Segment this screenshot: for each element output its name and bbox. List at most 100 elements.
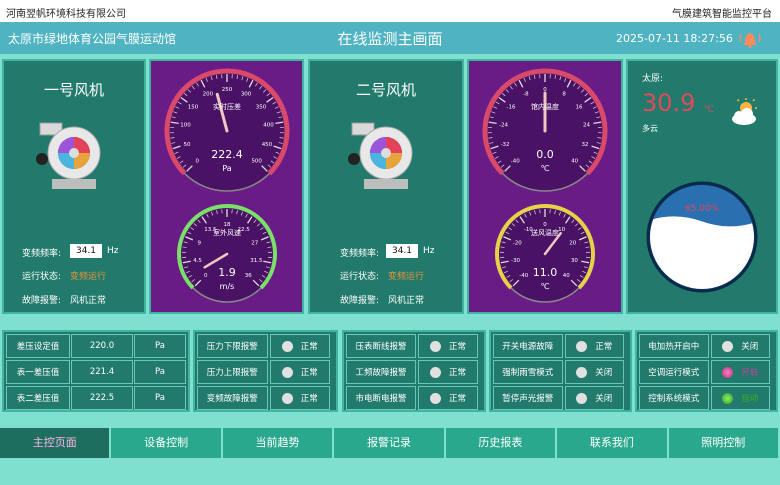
gauge-tick-label: 40 <box>563 273 570 279</box>
gauge-tick-label: 4.5 <box>193 258 202 264</box>
wind-gauge-value: 1.9 <box>218 266 236 279</box>
pressure-label: 差压设定值 <box>6 334 70 358</box>
status-text: 自动 <box>741 394 759 404</box>
gauge-tick-label: 300 <box>241 92 252 98</box>
status-indicator-icon <box>281 366 293 378</box>
alarm-table-2: 压表断线报警 正常 工频故障报警 正常 市电断电报警 正常 <box>342 330 486 412</box>
status-text: 开启 <box>741 368 759 378</box>
gauge-tick-label: 350 <box>256 104 267 110</box>
gauge-tick-label: 250 <box>222 87 233 93</box>
status-cell: 正常 <box>269 360 330 384</box>
humidity-ball: 65.00% <box>646 181 758 293</box>
supply-temp-gauge: -40-30-20-10010203040 送风温度 11.0 ℃ <box>495 204 595 303</box>
alarm-label: 开关电源故障 <box>493 334 563 358</box>
pressure-gauge-value: 222.4 <box>211 148 243 161</box>
nav-bar: 主控页面 设备控制 当前趋势 报警记录 历史报表 联系我们 照明控制 <box>0 428 780 458</box>
status-text: 关闭 <box>741 342 759 352</box>
gauge-tick-label: -30 <box>511 258 520 264</box>
status-indicator-icon <box>576 366 588 378</box>
status-cell: 正常 <box>418 334 478 358</box>
gauge-tick-label: 100 <box>180 122 191 128</box>
fan2-name: 二号风机 <box>355 81 416 99</box>
nav-tab-3[interactable]: 报警记录 <box>334 428 446 458</box>
status-cell: 关闭 <box>564 360 624 384</box>
fan1-freq-label: 变频频率: <box>22 249 62 259</box>
weather-temp: 30.9 <box>642 89 696 117</box>
pressure-gauge-unit: Pa <box>222 164 231 173</box>
nav-tab-6[interactable]: 照明控制 <box>668 428 780 458</box>
fan1-fault-value: 风机正常 <box>70 296 107 306</box>
gauge-tick-label: 20 <box>569 241 576 247</box>
fan2-freq-input[interactable]: 34.1 <box>386 244 418 258</box>
gauge-tick <box>488 137 493 139</box>
alarm-bell-icon[interactable] <box>736 26 764 50</box>
alarm-table-3: 开关电源故障 正常 强制雨雪模式 关闭 暂停声光报警 关闭 <box>489 330 632 412</box>
nav-tab-4[interactable]: 历史报表 <box>445 428 558 458</box>
pressure-value: 222.5 <box>71 386 133 410</box>
status-cell: 正常 <box>418 386 478 410</box>
fan2-panel: 二号风机 变频频率: 34.1 Hz 运行状态: 变频运行 故障报警: 风机正常 <box>308 59 464 314</box>
wind-gauge: 04.5913.51822.52731.536 室外风速 1.9 m/s <box>177 204 277 303</box>
supply-temp-gauge-label: 送风温度 <box>531 228 559 237</box>
pressure-label: 表一差压值 <box>6 360 70 384</box>
gauge-tick-label: 32 <box>581 142 588 148</box>
gauge-tick-label: 16 <box>575 104 582 110</box>
gauge-tick-label: 450 <box>262 142 273 148</box>
fan2-fault-label: 故障报警: <box>340 296 380 306</box>
status-indicator-icon <box>429 340 441 352</box>
gauge-tick <box>170 137 175 139</box>
indoor-temp-gauge: -40-32-24-16-80816243240 馆内温度 0.0 ℃ <box>482 68 608 192</box>
pressure-gauge-label: 实时压差 <box>213 102 241 111</box>
fan1-freq-unit: Hz <box>107 246 119 256</box>
platform-name: 气膜建筑智能监控平台 <box>672 9 772 20</box>
pressure-value: 221.4 <box>71 360 133 384</box>
status-indicator-icon <box>722 392 734 404</box>
gauge-tick <box>279 137 284 139</box>
status-indicator-icon <box>429 366 441 378</box>
fan1-freq-input[interactable]: 34.1 <box>70 244 102 258</box>
gauge-tick-label: 18 <box>224 222 231 228</box>
fan-icon <box>348 122 413 189</box>
alarm-label: 压表断线报警 <box>346 334 416 358</box>
gauge-tick <box>597 137 602 139</box>
gauge-tick-label: 150 <box>188 104 199 110</box>
wind-gauge-unit: m/s <box>220 282 235 291</box>
top-bar: 河南翌帆环境科技有限公司 气膜建筑智能监控平台 <box>0 0 780 22</box>
gauge-tick-label: 400 <box>263 122 274 128</box>
pressure-label: 表二差压值 <box>6 386 70 410</box>
gauge-tick-label: -32 <box>501 142 510 148</box>
nav-tab-5[interactable]: 联系我们 <box>557 428 669 458</box>
alarm-label: 强制雨雪模式 <box>493 360 563 384</box>
status-text: 正常 <box>300 342 318 352</box>
gauge-tick-label: 200 <box>203 92 214 98</box>
alarm-label: 变频故障报警 <box>197 386 268 410</box>
gauge-tick-label: 36 <box>245 273 252 279</box>
status-text: 正常 <box>448 368 466 378</box>
weather-desc: 多云 <box>642 124 658 133</box>
fan2-fault-value: 风机正常 <box>388 296 425 306</box>
weather-city: 太原: <box>642 74 664 84</box>
status-indicator-icon <box>576 392 588 404</box>
nav-tab-2[interactable]: 当前趋势 <box>222 428 335 458</box>
fan1-fault-label: 故障报警: <box>22 296 62 306</box>
partly-cloudy-icon <box>732 98 757 125</box>
pressure-table: 差压设定值 220.0 Pa 表一差压值 221.4 Pa 表二差压值 222.5 Pa <box>2 330 190 412</box>
gauge-tick-label: 8 <box>562 92 566 98</box>
fan1-state-value: 变频运行 <box>70 272 107 282</box>
datetime: 2025-07-11 18:27:56 <box>616 32 733 45</box>
status-cell: 自动 <box>710 386 770 410</box>
nav-tab-0[interactable]: 主控页面 <box>0 428 112 458</box>
status-text: 正常 <box>448 394 466 404</box>
gauge-tick-label: 30 <box>571 258 578 264</box>
status-cell: 正常 <box>269 386 330 410</box>
nav-tab-1[interactable]: 设备控制 <box>111 428 223 458</box>
alarm-label: 电加热开启中 <box>639 334 709 358</box>
alarm-label: 空调运行模式 <box>639 360 709 384</box>
alarm-label: 工频故障报警 <box>346 360 416 384</box>
gauge-tick-label: -40 <box>511 159 520 165</box>
gauge-tick-label: 0 <box>543 222 547 228</box>
indoor-temp-gauge-unit: ℃ <box>541 164 550 173</box>
gauge-tick-label: 31.5 <box>250 258 263 264</box>
humidity-fill <box>650 216 754 289</box>
status-cell: 正常 <box>564 334 624 358</box>
